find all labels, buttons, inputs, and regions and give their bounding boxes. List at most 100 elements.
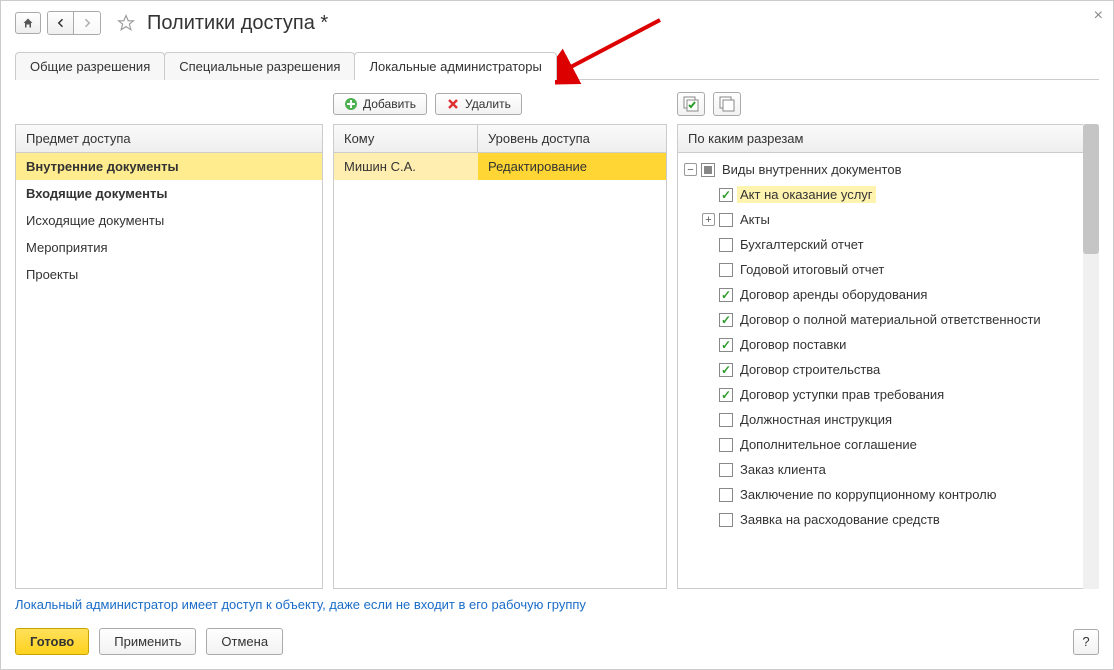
tree-item[interactable]: − Виды внутренних документов [678,157,1098,182]
tree-checkbox[interactable] [719,488,733,502]
tree-toggle-icon [702,188,715,201]
tree-checkbox[interactable] [719,263,733,277]
tree-label: Заказ клиента [737,461,829,478]
tree-toggle-icon [702,388,715,401]
tree-label: Договор уступки прав требования [737,386,947,403]
tree-item[interactable]: Годовой итоговый отчет [678,257,1098,282]
tree-toggle-icon [702,263,715,276]
tree-item[interactable]: Заказ клиента [678,457,1098,482]
tree-item[interactable]: Должностная инструкция [678,407,1098,432]
tree-item[interactable]: Дополнительное соглашение [678,432,1098,457]
tree-item[interactable]: Договор поставки [678,332,1098,357]
tree-label: Договор поставки [737,336,849,353]
tree-label: Должностная инструкция [737,411,895,428]
subject-header: Предмет доступа [16,125,322,152]
tree-toggle-icon [702,413,715,426]
check-all-icon [683,96,699,112]
tree-checkbox[interactable] [719,213,733,227]
col-level-header: Уровень доступа [478,125,666,152]
uncheck-all-icon [719,96,735,112]
tree-item[interactable]: Договор уступки прав требования [678,382,1098,407]
tab-general[interactable]: Общие разрешения [15,52,165,80]
tree-item[interactable]: Акт на оказание услуг [678,182,1098,207]
grant-row[interactable]: Мишин С.А. Редактирование [334,153,666,180]
apply-button[interactable]: Применить [99,628,196,655]
add-label: Добавить [363,97,416,111]
check-all-button[interactable] [677,92,705,116]
x-icon [446,97,460,111]
filter-header: По каким разрезам [678,125,1098,152]
home-button[interactable] [15,12,41,34]
tree-toggle-icon[interactable]: + [702,213,715,226]
tab-special[interactable]: Специальные разрешения [164,52,355,80]
help-button[interactable]: ? [1073,629,1099,655]
subject-list: Предмет доступа Внутренние документы Вхо… [15,124,323,589]
tree-item[interactable]: Договор аренды оборудования [678,282,1098,307]
tree-checkbox[interactable] [719,188,733,202]
tree-label: Годовой итоговый отчет [737,261,887,278]
tree-label: Акт на оказание услуг [737,186,876,203]
favorite-icon[interactable] [117,14,135,32]
tree-checkbox[interactable] [719,338,733,352]
subject-item[interactable]: Проекты [16,261,322,288]
tree-checkbox[interactable] [719,513,733,527]
subject-item[interactable]: Внутренние документы [16,153,322,180]
subject-item[interactable]: Исходящие документы [16,207,322,234]
plus-icon [344,97,358,111]
ok-button[interactable]: Готово [15,628,89,655]
uncheck-all-button[interactable] [713,92,741,116]
grants-table: Кому Уровень доступа Мишин С.А. Редактир… [333,124,667,589]
tree-toggle-icon [702,513,715,526]
tree-label: Бухгалтерский отчет [737,236,867,253]
tree-checkbox[interactable] [719,438,733,452]
tree-checkbox[interactable] [719,388,733,402]
add-button[interactable]: Добавить [333,93,427,115]
tree-toggle-icon [702,438,715,451]
tree-item[interactable]: Бухгалтерский отчет [678,232,1098,257]
subject-item[interactable]: Мероприятия [16,234,322,261]
tree-toggle-icon [702,363,715,376]
hint-text: Локальный администратор имеет доступ к о… [1,589,1113,620]
tree-item[interactable]: Заявка на расходование средств [678,507,1098,532]
tree-checkbox[interactable] [719,413,733,427]
tree-checkbox[interactable] [719,363,733,377]
tree-checkbox[interactable] [719,463,733,477]
tree-item[interactable]: + Акты [678,207,1098,232]
tree-label: Заключение по коррупционному контролю [737,486,999,503]
tree-item[interactable]: Договор о полной материальной ответствен… [678,307,1098,332]
tree-toggle-icon [702,288,715,301]
tree-label: Договор аренды оборудования [737,286,930,303]
tree-label: Акты [737,211,773,228]
tree-toggle-icon[interactable]: − [684,163,697,176]
col-who-header: Кому [334,125,478,152]
tree-toggle-icon [702,488,715,501]
tree-label: Дополнительное соглашение [737,436,920,453]
cancel-button[interactable]: Отмена [206,628,283,655]
tree-label: Договор о полной материальной ответствен… [737,311,1044,328]
tab-local-admins[interactable]: Локальные администраторы [354,52,556,80]
tree-toggle-icon [702,463,715,476]
tree-label: Заявка на расходование средств [737,511,943,528]
tree-checkbox[interactable] [719,238,733,252]
back-button[interactable] [48,12,74,34]
tree-label: Договор строительства [737,361,883,378]
tree-label: Виды внутренних документов [719,161,905,178]
tree-checkbox[interactable] [719,288,733,302]
delete-button[interactable]: Удалить [435,93,522,115]
tree-toggle-icon [702,238,715,251]
delete-label: Удалить [465,97,511,111]
grant-who: Мишин С.А. [334,153,478,180]
page-title: Политики доступа * [147,12,328,35]
tree-item[interactable]: Заключение по коррупционному контролю [678,482,1098,507]
forward-button[interactable] [74,12,100,34]
subject-item[interactable]: Входящие документы [16,180,322,207]
filter-tree: По каким разрезам − Виды внутренних докум… [677,124,1099,589]
scrollbar[interactable] [1083,124,1099,589]
tree-checkbox[interactable] [701,163,715,177]
tree-toggle-icon [702,313,715,326]
tree-toggle-icon [702,338,715,351]
grant-level: Редактирование [478,153,666,180]
tree-item[interactable]: Договор строительства [678,357,1098,382]
tree-checkbox[interactable] [719,313,733,327]
close-button[interactable]: × [1094,7,1103,25]
